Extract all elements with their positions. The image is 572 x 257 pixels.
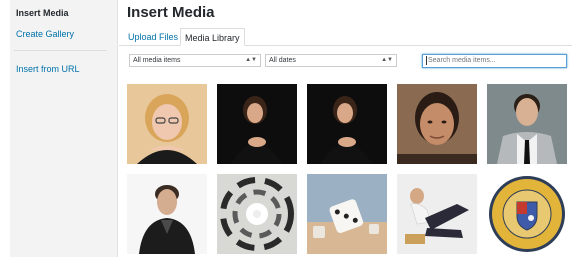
woman-black-sweater-icon	[307, 84, 387, 164]
media-type-filter-value: All media items	[133, 57, 181, 64]
woman-black-sweater-icon	[217, 84, 297, 164]
media-item-abstract-spiral[interactable]	[217, 174, 297, 254]
media-item-man-lying[interactable]	[397, 174, 477, 254]
select-arrows-icon: ▲▼	[245, 57, 257, 63]
tab-media-library[interactable]: Media Library	[180, 28, 245, 46]
search-placeholder: Search media items...	[428, 57, 496, 64]
university-seal-icon	[487, 174, 567, 254]
search-input[interactable]: Search media items...	[422, 54, 567, 68]
page-title: Insert Media	[127, 4, 215, 21]
media-toolbar: All media items ▲▼ All dates ▲▼ Search m…	[119, 46, 572, 74]
date-filter[interactable]: All dates ▲▼	[265, 54, 397, 67]
abstract-spiral-icon	[217, 174, 297, 254]
media-item-dice[interactable]	[307, 174, 387, 254]
media-item-woman-black-sweater[interactable]	[217, 84, 297, 164]
media-item-man-dark-hair[interactable]	[397, 84, 477, 164]
sidebar-title: Insert Media	[16, 8, 69, 18]
media-type-filter[interactable]: All media items ▲▼	[129, 54, 261, 67]
sidebar-separator	[14, 50, 107, 51]
dice-icon	[307, 174, 387, 254]
media-item-woman-black-sweater-2[interactable]	[307, 84, 387, 164]
media-item-university-seal[interactable]	[487, 174, 567, 254]
man-white-shirt-tie-icon	[487, 84, 567, 164]
media-item-man-leather-jacket[interactable]	[127, 174, 207, 254]
date-filter-value: All dates	[269, 57, 296, 64]
man-leather-jacket-icon	[127, 174, 207, 254]
media-item-man-white-shirt[interactable]	[487, 84, 567, 164]
tab-upload-files[interactable]: Upload Files	[124, 28, 182, 46]
insert-from-url-link[interactable]: Insert from URL	[16, 64, 80, 74]
man-lying-pose-icon	[397, 174, 477, 254]
man-dark-hair-portrait-icon	[397, 84, 477, 164]
media-frame: Insert Media Upload Files Media Library …	[119, 0, 572, 257]
media-sidebar: Insert Media Create Gallery Insert from …	[10, 0, 118, 257]
text-cursor	[426, 55, 427, 65]
woman-red-hair-glasses-icon	[127, 84, 207, 164]
select-arrows-icon: ▲▼	[381, 57, 393, 63]
media-item-woman-red-hair[interactable]	[127, 84, 207, 164]
create-gallery-link[interactable]: Create Gallery	[16, 29, 74, 39]
